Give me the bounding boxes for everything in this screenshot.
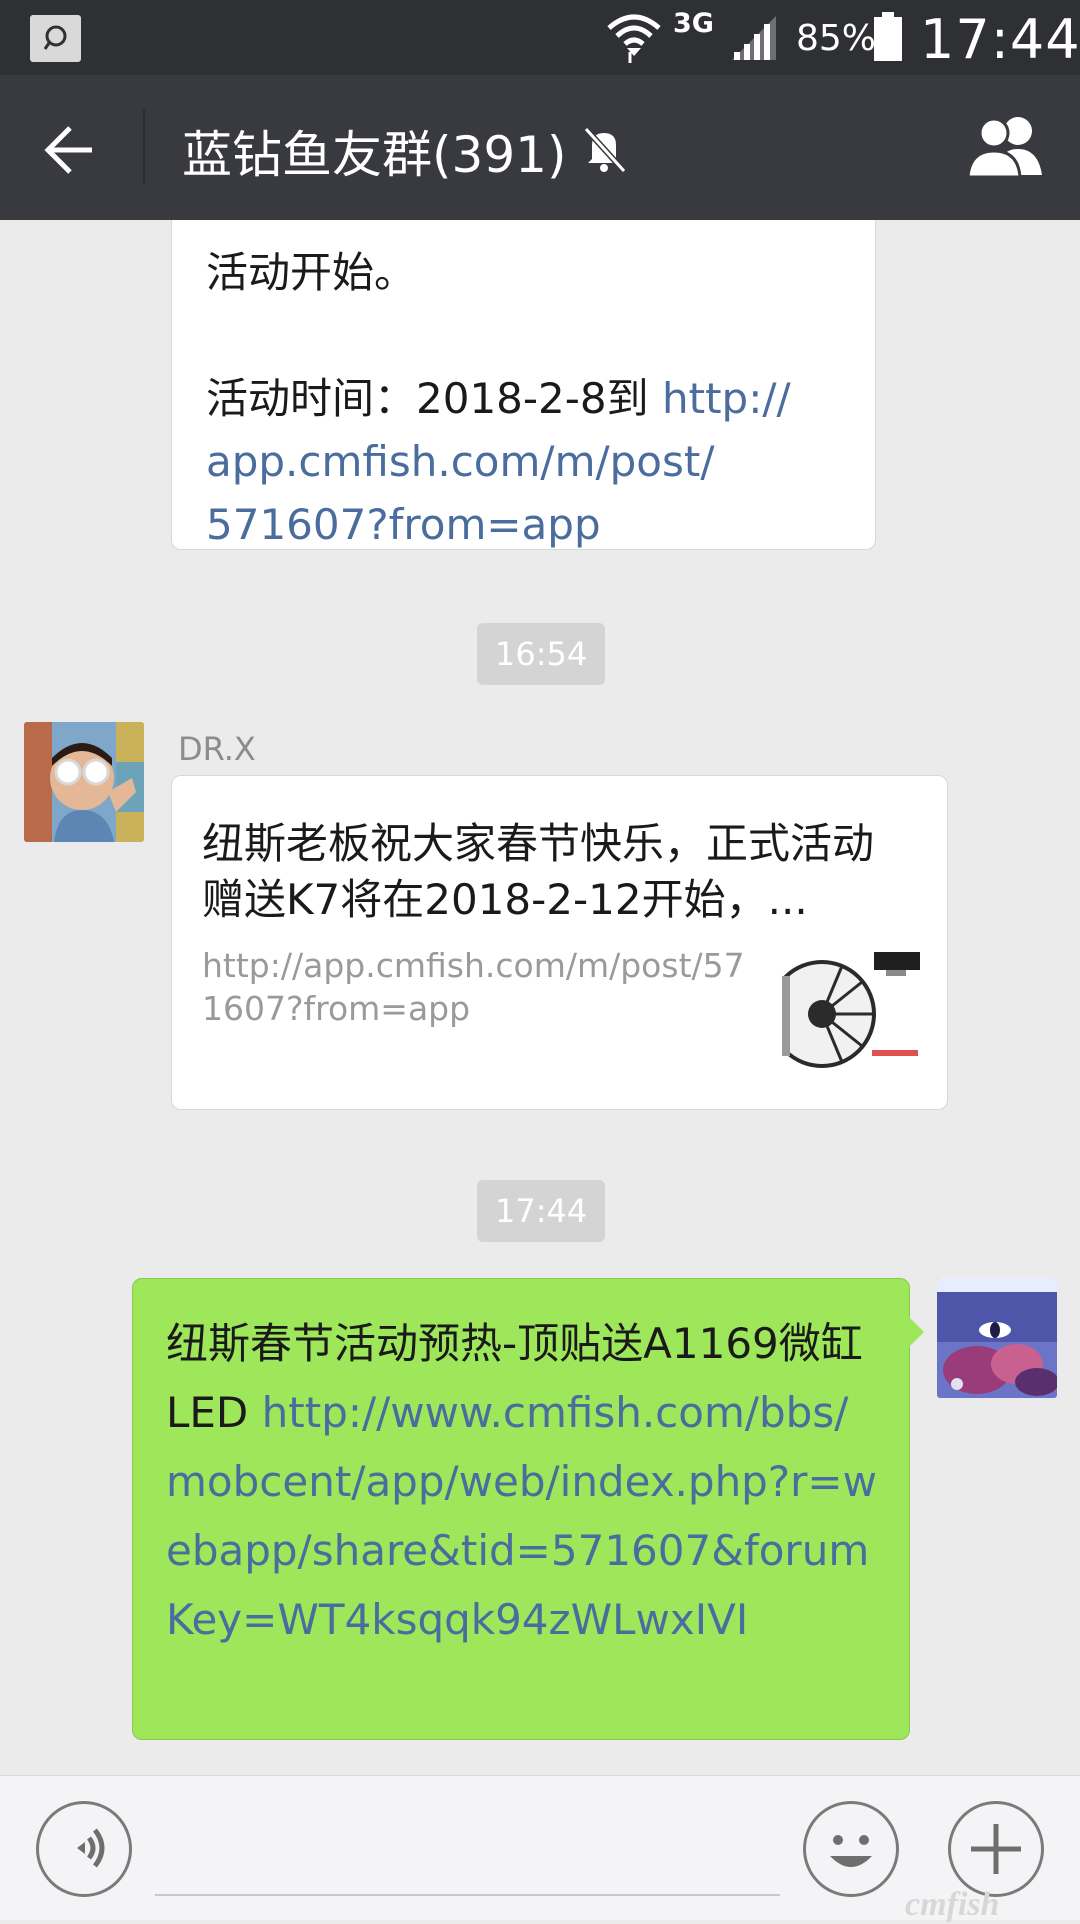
message-line: 活动开始。 bbox=[206, 248, 417, 297]
message-link[interactable]: http://www.cmfish.com/bbs/mobcent/app/we… bbox=[166, 1388, 877, 1644]
message-bubble-partial[interactable]: 活动开始。 活动时间：2018-2-8到 http:// app.cmfish.… bbox=[171, 220, 876, 550]
avatar-drx[interactable] bbox=[24, 722, 144, 842]
status-bar: 3G 85% 17:44 bbox=[0, 0, 1080, 75]
message-link[interactable]: app.cmfish.com/m/post/ bbox=[206, 430, 843, 493]
battery-percent: 85% bbox=[796, 18, 877, 59]
input-bar: cmfish bbox=[0, 1775, 1080, 1923]
group-members-icon[interactable] bbox=[962, 113, 1052, 183]
message-link[interactable]: http:// bbox=[662, 374, 791, 423]
timestamp: 17:44 bbox=[477, 1180, 606, 1242]
link-card-message[interactable]: 纽斯老板祝大家春节快乐，正式活动赠送K7将在2018-2-12开始，... ht… bbox=[171, 775, 948, 1110]
text-input[interactable] bbox=[155, 1894, 780, 1896]
voice-input-button[interactable] bbox=[36, 1801, 132, 1897]
more-options-button[interactable] bbox=[948, 1801, 1044, 1897]
my-avatar[interactable] bbox=[937, 1278, 1057, 1398]
signal-icon bbox=[732, 16, 776, 60]
bell-off-icon bbox=[583, 126, 627, 174]
wifi-icon bbox=[607, 14, 661, 63]
smiley-icon bbox=[830, 1835, 872, 1867]
header-divider bbox=[143, 110, 145, 185]
battery-icon bbox=[874, 12, 902, 61]
timestamp: 16:54 bbox=[477, 623, 606, 685]
message-link[interactable]: 571607?from=app bbox=[206, 493, 843, 556]
watermark: cmfish bbox=[905, 1886, 1000, 1923]
message-line: 活动时间：2018-2-8到 http:// bbox=[206, 367, 843, 430]
voice-icon bbox=[77, 1828, 105, 1868]
message-text: 活动时间：2018-2-8到 bbox=[206, 374, 662, 423]
back-arrow-icon[interactable] bbox=[40, 120, 100, 180]
notification-app-icon bbox=[30, 15, 81, 62]
network-type: 3G bbox=[673, 8, 714, 39]
my-message-bubble[interactable]: 纽斯春节活动预热-顶贴送A1169微缸LED http://www.cmfish… bbox=[132, 1278, 910, 1740]
link-card-url: http://app.cmfish.com/m/post/571607?from… bbox=[202, 946, 745, 1028]
link-card-title: 纽斯老板祝大家春节快乐，正式活动赠送K7将在2018-2-12开始，... bbox=[202, 819, 875, 924]
bubble-tail bbox=[908, 1316, 924, 1348]
link-card-thumbnail bbox=[782, 946, 920, 1076]
plus-icon bbox=[971, 1824, 1021, 1874]
sender-name: DR.X bbox=[178, 730, 256, 768]
emoji-button[interactable] bbox=[803, 1801, 899, 1897]
chat-title: 蓝钻鱼友群(391) bbox=[182, 126, 567, 184]
chat-header: 蓝钻鱼友群(391) bbox=[0, 75, 1080, 220]
chat-area[interactable]: 活动开始。 活动时间：2018-2-8到 http:// app.cmfish.… bbox=[0, 220, 1080, 1775]
status-time: 17:44 bbox=[920, 8, 1080, 71]
